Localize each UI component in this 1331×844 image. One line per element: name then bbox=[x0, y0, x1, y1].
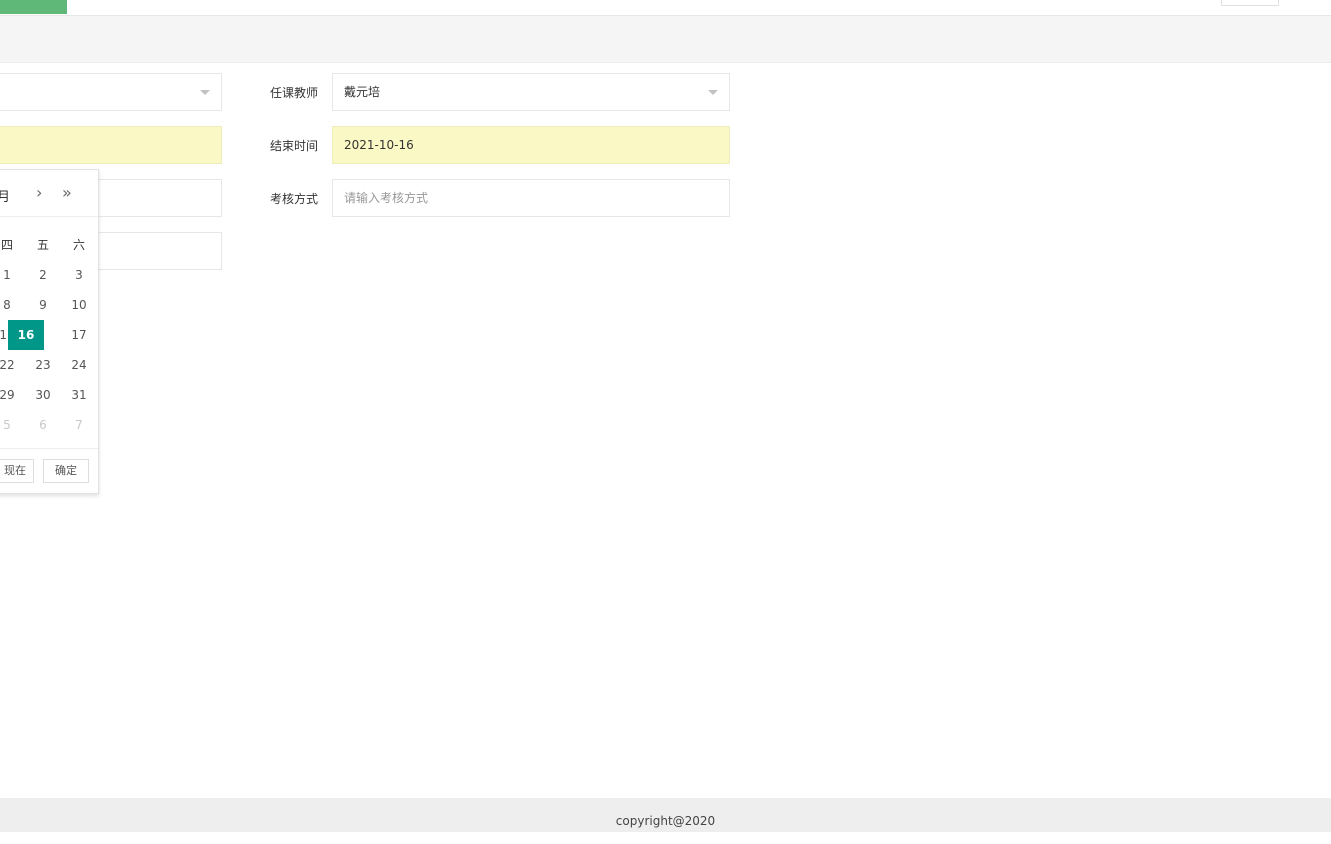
form-area: 任课教师 戴元培 结束时间 2021-10-16 考核方式 请输入考核方式 bbox=[0, 63, 1331, 798]
date-cell[interactable]: 1 bbox=[0, 260, 25, 290]
month-label[interactable]: 月 bbox=[0, 186, 10, 205]
page-footer: copyright@2020 bbox=[0, 798, 1331, 832]
confirm-button[interactable]: 确定 bbox=[43, 459, 89, 483]
date-row: 29 30 31 bbox=[0, 380, 98, 410]
date-cell[interactable]: 30 bbox=[25, 380, 61, 410]
assessment-placeholder: 请输入考核方式 bbox=[344, 191, 429, 205]
weekday-sat: 六 bbox=[72, 238, 85, 252]
left-select-field[interactable] bbox=[0, 73, 222, 111]
start-time-field[interactable] bbox=[0, 126, 222, 164]
date-cell[interactable]: 9 bbox=[25, 290, 61, 320]
date-row: 15 16 17 bbox=[0, 320, 98, 350]
next-month-date-cell[interactable]: 5 bbox=[0, 410, 25, 440]
date-row: 8 9 10 bbox=[0, 290, 98, 320]
date-row: 22 23 24 bbox=[0, 350, 98, 380]
date-picker-footer: 现在 确定 bbox=[0, 448, 98, 495]
next-year-icon[interactable]: » bbox=[62, 183, 72, 202]
next-month-icon[interactable]: › bbox=[36, 183, 42, 202]
window-controls[interactable] bbox=[1221, 0, 1279, 6]
date-cell[interactable]: 3 bbox=[61, 260, 97, 290]
assessment-input[interactable]: 请输入考核方式 bbox=[332, 179, 730, 217]
date-picker-header: 月 › » bbox=[0, 170, 98, 217]
date-cell[interactable]: 8 bbox=[0, 290, 25, 320]
date-cell[interactable]: 31 bbox=[61, 380, 97, 410]
next-month-date-cell[interactable]: 7 bbox=[61, 410, 97, 440]
date-cell[interactable]: 24 bbox=[61, 350, 97, 380]
date-picker-popup: 月 › » 四 五 六 1 2 3 8 9 10 15 16 17 22 23 … bbox=[0, 169, 99, 494]
weekday-thu: 四 bbox=[0, 238, 13, 252]
date-row: 1 2 3 bbox=[0, 260, 98, 290]
copyright-text: copyright@2020 bbox=[615, 814, 716, 828]
teacher-select[interactable]: 戴元培 bbox=[332, 73, 730, 111]
weekday-header-row: 四 五 六 bbox=[0, 230, 98, 260]
date-cell[interactable]: 17 bbox=[61, 320, 97, 350]
teacher-value: 戴元培 bbox=[344, 85, 381, 99]
date-cell[interactable]: 29 bbox=[0, 380, 25, 410]
teacher-label: 任课教师 bbox=[269, 86, 318, 100]
date-cell[interactable]: 23 bbox=[25, 350, 61, 380]
assessment-label: 考核方式 bbox=[269, 192, 318, 206]
date-cell[interactable]: 2 bbox=[25, 260, 61, 290]
date-cell[interactable]: 10 bbox=[61, 290, 97, 320]
end-time-label: 结束时间 bbox=[269, 139, 318, 153]
date-row: 5 6 7 bbox=[0, 410, 98, 440]
top-navbar bbox=[0, 0, 1331, 16]
selected-date-cell[interactable]: 16 bbox=[8, 320, 44, 350]
breadcrumb-bar bbox=[0, 16, 1331, 63]
end-time-input[interactable]: 2021-10-16 bbox=[332, 126, 730, 164]
chevron-down-icon bbox=[200, 90, 210, 95]
date-cell[interactable]: 22 bbox=[0, 350, 25, 380]
chevron-down-icon bbox=[708, 90, 718, 95]
now-button[interactable]: 现在 bbox=[0, 459, 34, 483]
active-tab[interactable] bbox=[0, 0, 67, 14]
next-month-date-cell[interactable]: 6 bbox=[25, 410, 61, 440]
weekday-fri: 五 bbox=[36, 238, 49, 252]
end-time-value: 2021-10-16 bbox=[344, 138, 414, 152]
